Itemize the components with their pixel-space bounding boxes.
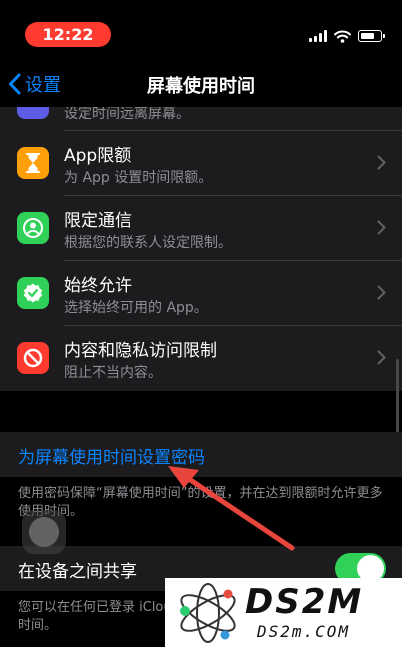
status-time[interactable]: 12:22 — [25, 22, 111, 47]
assistive-touch-button[interactable] — [22, 510, 66, 554]
chevron-right-icon — [377, 285, 386, 300]
set-passcode-label: 为屏幕使用时间设置密码 — [18, 448, 205, 468]
settings-list[interactable]: 设定时间远离屏幕。 App限额 为 App 设置时间限额。 限定通信 根据您的联… — [0, 107, 402, 647]
list-item-title: 内容和隐私访问限制 — [64, 341, 217, 361]
battery-icon — [358, 30, 385, 42]
list-item-title: 始终允许 — [64, 276, 132, 296]
downtime-subtitle: 设定时间远离屏幕。 — [64, 107, 190, 122]
cellular-signal-icon — [309, 30, 327, 42]
list-item-title: 限定通信 — [64, 211, 132, 231]
set-passcode-link[interactable]: 为屏幕使用时间设置密码 — [0, 432, 402, 477]
list-item-subtitle: 选择始终可用的 App。 — [64, 300, 208, 316]
list-item-communication-limits[interactable]: 限定通信 根据您的联系人设定限制。 — [0, 196, 402, 261]
share-across-devices-label: 在设备之间共享 — [18, 562, 137, 582]
list-item-subtitle: 为 App 设置时间限额。 — [64, 170, 213, 186]
watermark-text: DS2M — [245, 582, 364, 622]
wifi-icon — [334, 30, 351, 43]
downtime-icon — [17, 107, 49, 119]
status-bar: 12:22 — [0, 0, 402, 62]
list-item-always-allowed[interactable]: 始终允许 选择始终可用的 App。 — [0, 261, 402, 326]
no-entry-icon — [17, 342, 49, 374]
passcode-footer: 使用密码保障“屏幕使用时间”的设置，并在达到限额时允许更多使用时间。 — [18, 486, 383, 519]
atom-logo-icon — [180, 583, 236, 643]
navigation-bar: 设置 屏幕使用时间 — [0, 62, 402, 107]
list-item-subtitle: 阻止不当内容。 — [64, 365, 162, 381]
page-title: 屏幕使用时间 — [147, 76, 255, 97]
chevron-right-icon — [377, 350, 386, 365]
status-icons — [309, 28, 385, 44]
checkmark-seal-icon — [17, 277, 49, 309]
watermark: DS2M DS2m.COM — [165, 578, 402, 647]
limits-group: 设定时间远离屏幕。 App限额 为 App 设置时间限额。 限定通信 根据您的联… — [0, 107, 402, 391]
list-item-content-privacy-restrictions[interactable]: 内容和隐私访问限制 阻止不当内容。 — [0, 326, 402, 391]
list-item-subtitle: 根据您的联系人设定限制。 — [64, 235, 232, 251]
list-item-app-limits[interactable]: App限额 为 App 设置时间限额。 — [0, 131, 402, 196]
chevron-right-icon — [377, 220, 386, 235]
chevron-right-icon — [377, 155, 386, 170]
watermark-url: DS2m.COM — [257, 622, 351, 641]
list-item-title: App限额 — [64, 146, 132, 166]
person-circle-icon — [17, 212, 49, 244]
hourglass-icon — [17, 147, 49, 179]
